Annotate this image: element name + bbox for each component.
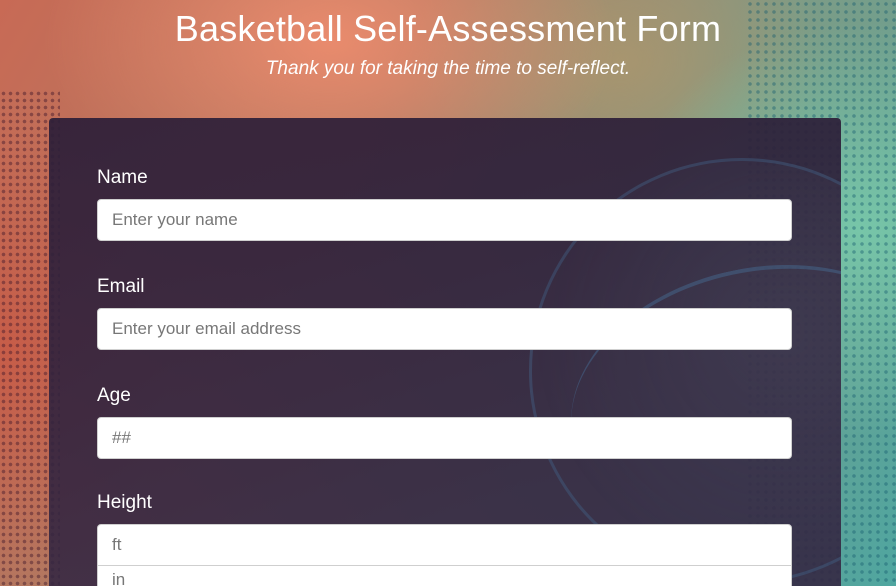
page-header: Basketball Self-Assessment Form Thank yo… <box>0 0 896 80</box>
name-field-group: Name <box>97 167 792 241</box>
page-title: Basketball Self-Assessment Form <box>174 8 722 49</box>
name-label: Name <box>97 167 148 188</box>
height-label: Height <box>97 492 152 513</box>
assessment-form: Name Email Age Height <box>49 118 841 586</box>
name-input[interactable] <box>97 199 792 241</box>
age-label: Age <box>97 385 131 406</box>
email-input[interactable] <box>97 308 792 350</box>
email-label: Email <box>97 276 145 297</box>
age-input[interactable] <box>97 417 792 459</box>
height-feet-input[interactable] <box>97 524 792 566</box>
page-subtitle: Thank you for taking the time to self-re… <box>265 58 631 79</box>
height-field-group: Height <box>97 492 792 586</box>
age-field-group: Age <box>97 385 792 459</box>
email-field-group: Email <box>97 276 792 350</box>
height-inches-input[interactable] <box>97 565 792 586</box>
